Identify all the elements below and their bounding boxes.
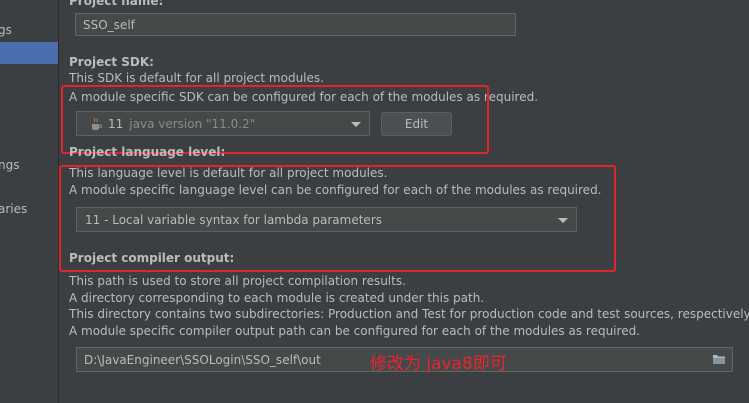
folder-icon[interactable] (712, 353, 726, 365)
sdk-desc-1: This SDK is default for all project modu… (69, 71, 324, 85)
sidebar-item-libraries[interactable]: aries (0, 202, 27, 216)
compiler-output-desc-3: This directory contains two subdirectori… (69, 307, 749, 321)
highlight-box-sdk (61, 85, 489, 154)
compiler-output-desc-4: A module specific compiler output path c… (69, 324, 641, 338)
compiler-output-heading: Project compiler output: (69, 251, 235, 265)
compiler-output-desc-2: A directory corresponding to each module… (69, 291, 485, 305)
annotation-text: 修改为 java8即可 (370, 354, 507, 374)
project-name-input[interactable]: SSO_self (75, 13, 516, 36)
compiler-output-path: D:\JavaEngineer\SSOLogin\SSO_self\out (84, 352, 321, 367)
compiler-output-desc-1: This path is used to store all project c… (69, 274, 406, 288)
sdk-heading: Project SDK: (69, 55, 154, 69)
sidebar-item-settings-2[interactable]: ngs (0, 158, 19, 172)
project-name-heading: Project name: (69, 0, 164, 8)
sidebar-selected-item[interactable] (0, 42, 58, 64)
sidebar-item-settings[interactable]: gs (0, 23, 12, 37)
project-name-value: SSO_self (83, 17, 135, 32)
language-level-heading: Project language level: (69, 145, 226, 159)
settings-sidebar: gs ngs aries (0, 0, 59, 403)
